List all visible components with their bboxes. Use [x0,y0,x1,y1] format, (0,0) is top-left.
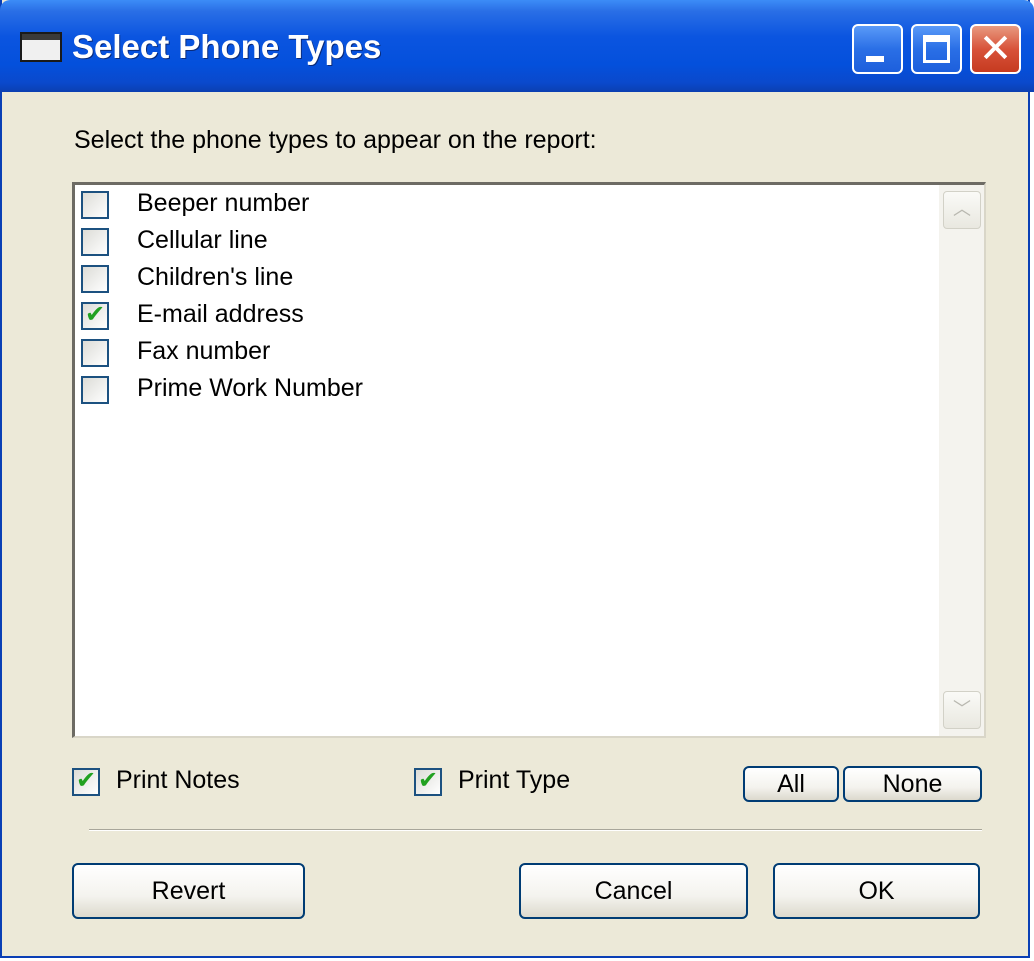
checkbox[interactable] [81,376,109,404]
select-none-button[interactable]: None [843,766,982,802]
list-item[interactable]: Fax number [75,335,935,372]
list-item-label: Cellular line [137,226,268,254]
list-item-label: Prime Work Number [137,374,363,402]
list-item-label: Fax number [137,337,271,365]
chevron-up-icon: ︿ [953,199,971,220]
phone-types-list[interactable]: Beeper number Cellular line Children's l… [72,182,986,738]
select-all-button[interactable]: All [743,766,839,802]
list-item[interactable]: Children's line [75,261,935,298]
checkbox[interactable] [81,339,109,367]
print-type-label: Print Type [458,766,571,794]
checkbox[interactable] [81,228,109,256]
scroll-up-button[interactable]: ︿ [943,191,981,229]
list-item[interactable]: ✔ E-mail address [75,298,935,335]
list-item[interactable]: Beeper number [75,187,935,224]
revert-button[interactable]: Revert [72,863,305,919]
divider [89,829,982,831]
vertical-scrollbar[interactable]: ︿ ﹀ [939,185,984,736]
scroll-down-button[interactable]: ﹀ [943,691,981,729]
print-notes-label: Print Notes [116,766,240,794]
print-type-checkbox[interactable]: ✔ [414,766,442,796]
close-icon: ✕ [978,26,1013,72]
cancel-button[interactable]: Cancel [519,863,748,919]
check-icon: ✔ [85,300,106,328]
close-button[interactable]: ✕ [970,24,1021,74]
checkbox[interactable] [81,265,109,293]
list-item-label: Children's line [137,263,294,291]
checkbox[interactable]: ✔ [81,300,109,330]
list-item[interactable]: Cellular line [75,224,935,261]
maximize-button[interactable] [911,24,962,74]
chevron-down-icon: ﹀ [953,699,971,720]
list-item-label: Beeper number [137,189,310,217]
check-icon: ✔ [76,766,97,794]
print-type-option[interactable]: ✔ Print Type [414,766,614,800]
window-title: Select Phone Types [72,28,382,65]
print-notes-option[interactable]: ✔ Print Notes [72,766,272,800]
window-icon [20,32,62,62]
checkbox[interactable] [81,191,109,219]
minimize-button[interactable] [852,24,903,74]
check-icon: ✔ [418,766,439,794]
print-notes-checkbox[interactable]: ✔ [72,766,100,796]
maximize-icon [923,35,950,63]
title-bar[interactable]: Select Phone Types ✕ [0,0,1034,92]
minimize-icon [866,56,884,62]
dialog-window: Select Phone Types ✕ Select the phone ty… [0,0,1034,958]
ok-button[interactable]: OK [773,863,980,919]
instruction-label: Select the phone types to appear on the … [74,126,597,154]
list-item-label: E-mail address [137,300,304,328]
list-item[interactable]: Prime Work Number [75,372,935,409]
